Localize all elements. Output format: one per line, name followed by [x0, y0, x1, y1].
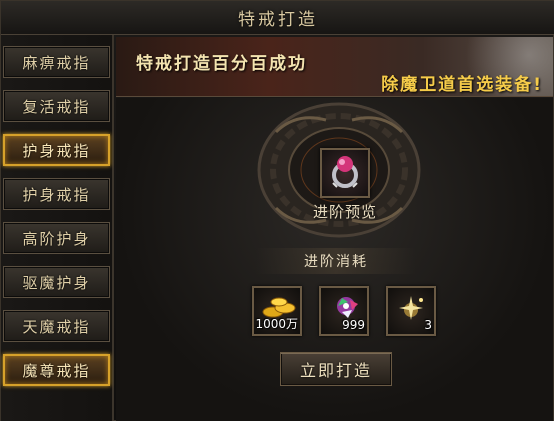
preview-label: 进阶预览 — [312, 203, 377, 221]
forge-panel: 进阶预览 进阶消耗 1000万 999 3 立即打造 — [116, 98, 553, 421]
sidebar-item-label: 天魔戒指 — [22, 317, 91, 336]
sidebar-item-label: 麻痹戒指 — [22, 53, 91, 72]
title-bar: 特戒打造 — [1, 1, 554, 35]
ring-category-sidebar: 麻痹戒指 复活戒指 护身戒指 护身戒指 高阶护身 驱魔护身 天魔戒指 魔尊戒指 — [1, 35, 114, 421]
forge-now-label: 立即打造 — [299, 361, 372, 380]
sidebar-item-demon-ring[interactable]: 天魔戒指 — [3, 310, 110, 342]
cost-slot-material[interactable]: 3 — [386, 286, 436, 336]
ring-icon — [332, 156, 358, 188]
sidebar-item-label: 高阶护身 — [22, 229, 91, 248]
sidebar-item-protection-ring-2[interactable]: 护身戒指 — [3, 178, 110, 210]
sidebar-item-demon-lord-ring[interactable]: 魔尊戒指 — [3, 354, 110, 386]
cost-qty: 1000万 — [255, 317, 298, 331]
forge-now-button[interactable]: 立即打造 — [280, 352, 392, 386]
cost-header-label: 进阶消耗 — [304, 254, 368, 270]
sidebar-item-advanced-protection[interactable]: 高阶护身 — [3, 222, 110, 254]
sidebar-item-paralysis-ring[interactable]: 麻痹戒指 — [3, 46, 110, 78]
sidebar-item-label: 驱魔护身 — [22, 273, 91, 292]
cost-header: 进阶消耗 — [256, 248, 416, 274]
cost-slot-gem[interactable]: 999 — [319, 286, 369, 336]
sidebar-item-revival-ring[interactable]: 复活戒指 — [3, 90, 110, 122]
banner-headline: 特戒打造百分百成功 — [136, 54, 307, 74]
sidebar-item-label: 护身戒指 — [22, 185, 91, 204]
preview-item-slot[interactable] — [320, 148, 370, 198]
cost-qty: 999 — [342, 318, 365, 332]
banner-tagline: 除魔卫道首选装备! — [381, 75, 543, 95]
cost-qty: 3 — [424, 318, 432, 332]
window-title: 特戒打造 — [238, 10, 318, 30]
forge-window: 特戒打造 麻痹戒指 复活戒指 护身戒指 护身戒指 高阶护身 驱魔护身 天魔戒指 … — [0, 0, 554, 421]
cost-slot-gold[interactable]: 1000万 — [252, 286, 302, 336]
sidebar-item-exorcism-protection[interactable]: 驱魔护身 — [3, 266, 110, 298]
sidebar-item-label: 复活戒指 — [22, 97, 91, 116]
promo-banner: 特戒打造百分百成功 除魔卫道首选装备! — [116, 37, 553, 97]
sidebar-item-label: 魔尊戒指 — [22, 361, 91, 380]
sidebar-item-protection-ring[interactable]: 护身戒指 — [3, 134, 110, 166]
sidebar-item-label: 护身戒指 — [22, 141, 91, 160]
